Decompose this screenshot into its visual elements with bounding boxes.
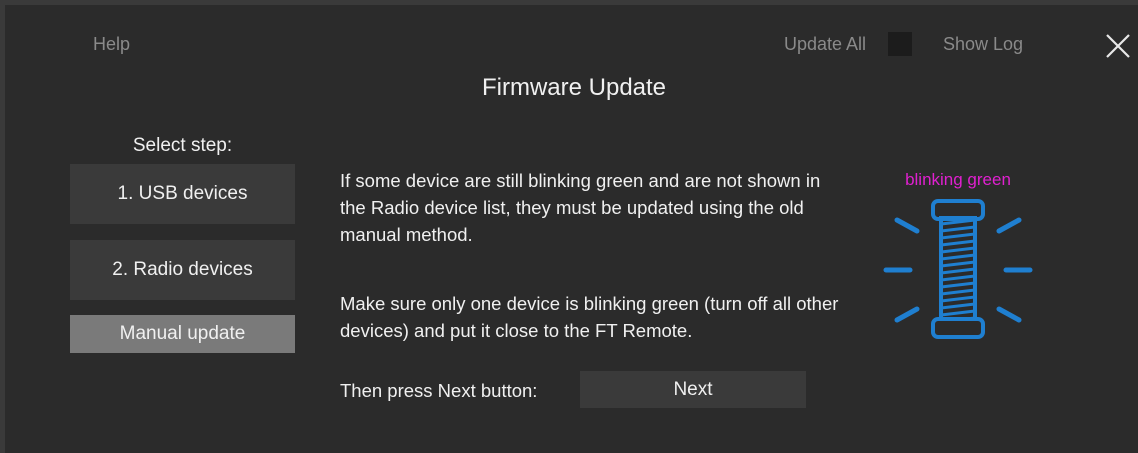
show-log-button[interactable]: Show Log: [943, 34, 1023, 55]
instruction-paragraph-1: If some device are still blinking green …: [340, 170, 821, 245]
step-label: Manual update: [119, 323, 246, 344]
firmware-update-dialog: Help Update All Show Log Firmware Update…: [0, 0, 1138, 453]
help-link[interactable]: Help: [93, 34, 130, 55]
step-usb-devices-button[interactable]: 1. USB devices: [70, 164, 295, 224]
instruction-paragraph-2: Make sure only one device is blinking gr…: [340, 293, 839, 341]
update-all-label[interactable]: Update All: [784, 34, 866, 55]
dialog-title: Firmware Update: [481, 74, 667, 101]
blinking-device-icon: [883, 199, 1033, 339]
device-body: [931, 199, 985, 339]
then-press-next-label: Then press Next button:: [340, 380, 538, 401]
close-button[interactable]: [1103, 31, 1133, 61]
next-label: Next: [673, 378, 713, 400]
update-all-checkbox[interactable]: [888, 32, 912, 56]
next-button[interactable]: Next: [580, 371, 806, 408]
step-label: 1. USB devices: [117, 183, 248, 204]
step-manual-update-button[interactable]: Manual update: [70, 315, 295, 353]
select-step-label: Select step:: [132, 135, 233, 156]
step-radio-devices-button[interactable]: 2. Radio devices: [70, 240, 295, 300]
close-icon: [1106, 34, 1130, 58]
step-label: 2. Radio devices: [112, 259, 253, 280]
blinking-green-label: blinking green: [905, 170, 1011, 189]
